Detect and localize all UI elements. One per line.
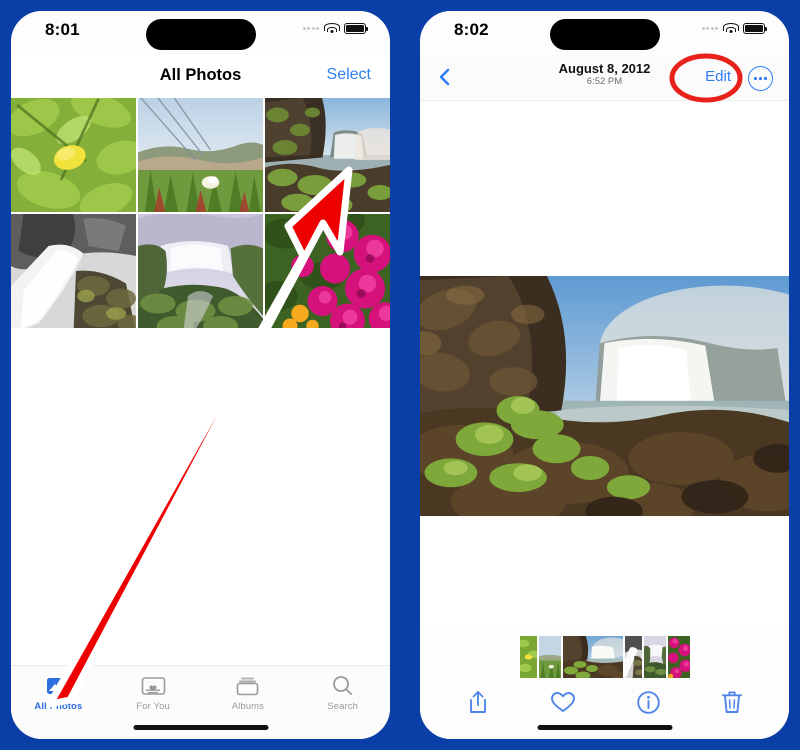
filmstrip-thumb[interactable] [519,636,537,678]
left-tab-bar: All Photos For You Albums Search [11,665,390,739]
ellipsis-icon[interactable] [748,66,773,91]
page-title: All Photos [159,66,242,84]
screenshot-stage: 8:01 All Photos Select All Photos For Yo… [0,0,800,750]
signal-dots-icon [701,27,718,30]
select-button[interactable]: Select [327,66,371,84]
heart-icon[interactable] [550,690,576,714]
filmstrip[interactable] [420,635,789,679]
search-icon [330,673,355,698]
home-indicator[interactable] [537,725,672,730]
filmstrip-thumb[interactable] [624,636,642,678]
tab-search[interactable]: Search [295,673,390,712]
left-phone-screen: 8:01 All Photos Select All Photos For Yo… [11,11,390,739]
trash-icon[interactable] [721,689,743,715]
photos-icon [46,673,71,698]
photo-tools [420,685,789,719]
tab-albums[interactable]: Albums [201,673,296,712]
left-status-bar: 8:01 [11,11,390,55]
right-nav-bar: August 8, 2012 6:52 PM Edit [420,55,789,101]
filmstrip-thumb[interactable] [643,636,666,678]
photo-date-header: August 8, 2012 6:52 PM [559,61,651,88]
tab-for-you[interactable]: For You [106,673,201,712]
right-status-bar: 8:02 [420,11,789,55]
status-indicators [701,23,767,34]
info-icon[interactable] [636,690,661,715]
grid-photo-0[interactable] [11,98,136,212]
signal-dots-icon [302,27,319,30]
tab-all-photos[interactable]: All Photos [11,673,106,712]
status-time: 8:01 [45,20,80,39]
home-indicator[interactable] [133,725,268,730]
grid-photo-3[interactable] [11,214,136,328]
grid-photo-1[interactable] [138,98,263,212]
grid-photo-2[interactable] [265,98,390,212]
photo-viewer[interactable] [420,276,789,516]
tab-label: Albums [231,701,265,712]
left-phone-frame: 8:01 All Photos Select All Photos For Yo… [8,8,393,742]
tab-label: For You [136,701,170,712]
filmstrip-thumb[interactable] [538,636,561,678]
grid-photo-5[interactable] [265,214,390,328]
chevron-left-icon[interactable] [434,66,456,88]
albums-icon [235,673,260,698]
filmstrip-thumb-selected[interactable] [562,636,623,678]
left-nav-bar: All Photos Select [11,55,390,96]
for-you-icon [141,673,166,698]
dynamic-island [549,19,660,50]
tab-label: Search [327,701,358,712]
filmstrip-thumb[interactable] [667,636,690,678]
right-phone-screen: 8:02 August 8, 2012 6:52 PM Edit [420,11,789,739]
photo-time: 6:52 PM [586,76,623,87]
share-icon[interactable] [466,689,490,715]
edit-button[interactable]: Edit [705,68,731,85]
battery-icon [743,23,767,34]
photo-grid [11,98,390,328]
wifi-icon [722,23,739,34]
wifi-icon [323,23,340,34]
tab-label: All Photos [34,701,83,712]
dynamic-island [145,19,256,50]
status-time: 8:02 [454,20,489,39]
grid-photo-4[interactable] [138,214,263,328]
battery-icon [344,23,368,34]
photo-date: August 8, 2012 [558,61,651,76]
status-indicators [302,23,368,34]
right-phone-frame: 8:02 August 8, 2012 6:52 PM Edit [417,8,792,742]
right-bottom-bar [420,627,789,739]
